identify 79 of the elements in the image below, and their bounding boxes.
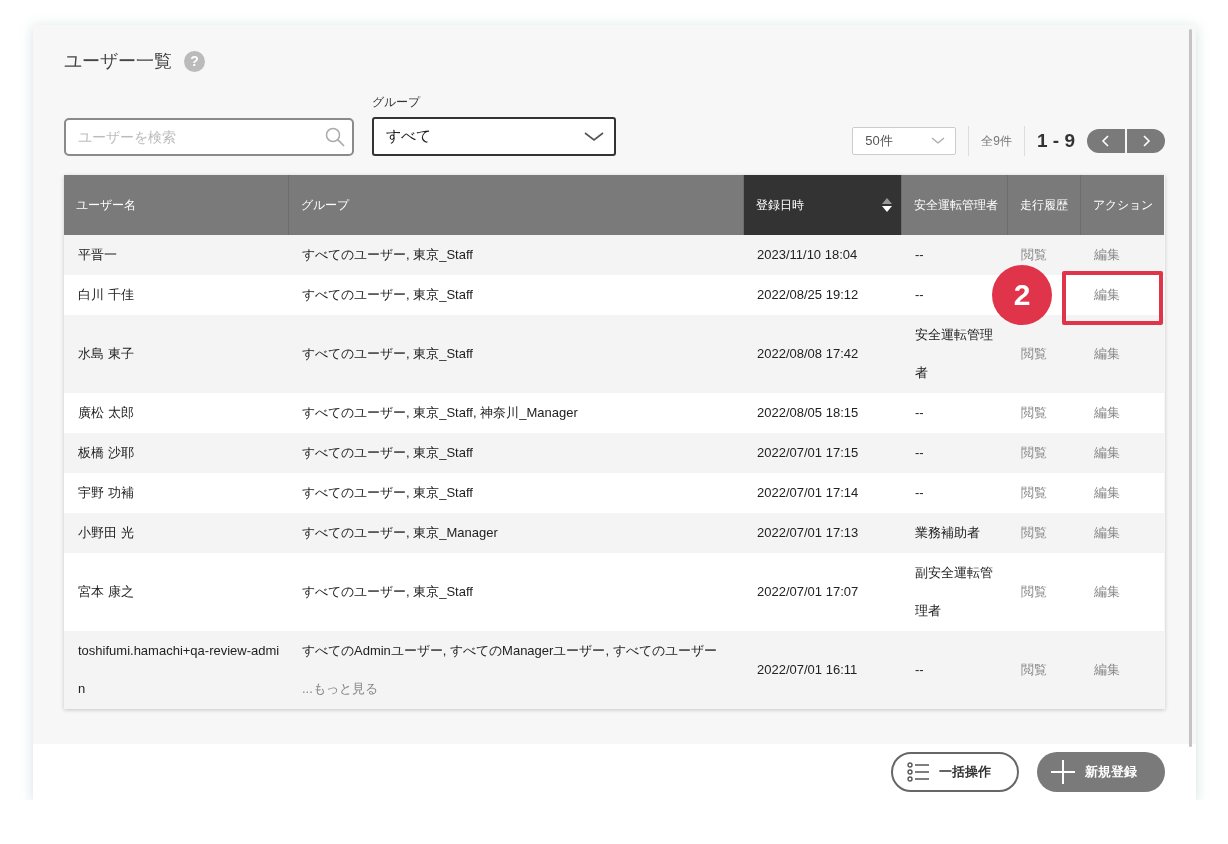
- user-name: 宇野 功補: [64, 473, 288, 513]
- view-link[interactable]: 閲覧: [1021, 522, 1047, 544]
- page-range: 1 - 9: [1036, 130, 1075, 152]
- group-header[interactable]: グループ: [288, 175, 743, 235]
- registered-date: 2022/07/01 16:11: [743, 631, 901, 709]
- edit-link[interactable]: 編集: [1094, 482, 1120, 504]
- sort-icon: [881, 198, 892, 212]
- edit-link[interactable]: 編集: [1094, 343, 1120, 365]
- edit-link[interactable]: 編集: [1094, 659, 1120, 681]
- chevron-down-icon: [584, 131, 604, 142]
- group-list: すべてのユーザー, 東京_Staff: [288, 553, 743, 631]
- group-list: すべてのユーザー, 東京_Staff: [288, 235, 743, 275]
- edit-link[interactable]: 編集: [1094, 244, 1120, 266]
- chevron-right-icon: [1140, 135, 1152, 147]
- next-page-button[interactable]: [1127, 129, 1165, 153]
- create-button[interactable]: 新規登録: [1037, 752, 1165, 792]
- registered-date: 2022/08/05 18:15: [743, 393, 901, 433]
- group-label: グループ: [372, 94, 422, 111]
- total-count: 全9件: [981, 132, 1012, 150]
- registered-date: 2022/07/01 17:15: [743, 433, 901, 473]
- group-dropdown[interactable]: すべて: [372, 117, 616, 156]
- registered-date: 2023/11/10 18:04: [743, 235, 901, 275]
- scrollbar[interactable]: [1189, 29, 1192, 747]
- list-icon: [907, 762, 929, 782]
- registered-date: 2022/08/08 17:42: [743, 315, 901, 393]
- group-list: すべてのユーザー, 東京_Staff: [288, 315, 743, 393]
- registered-date: 2022/08/25 19:12: [743, 275, 901, 315]
- group-list: すべてのユーザー, 東京_Staff, 神奈川_Manager: [288, 393, 743, 433]
- edit-link[interactable]: 編集: [1094, 284, 1120, 306]
- user-name: 宮本 康之: [64, 553, 288, 631]
- safety-header[interactable]: 安全運転管理者: [901, 175, 1007, 235]
- view-link[interactable]: 閲覧: [1021, 581, 1047, 603]
- safety-role: --: [901, 235, 1007, 275]
- user-name: toshifumi.hamachi+qa-review-admin: [64, 631, 288, 709]
- edit-link[interactable]: 編集: [1094, 442, 1120, 464]
- user-name: 白川 千佳: [64, 275, 288, 315]
- date-header[interactable]: 登録日時: [743, 175, 901, 235]
- registered-date: 2022/07/01 17:14: [743, 473, 901, 513]
- registered-date: 2022/07/01 17:13: [743, 513, 901, 553]
- per-page-dropdown[interactable]: 50件: [852, 127, 957, 155]
- user-name: 小野田 光: [64, 513, 288, 553]
- group-list: すべてのユーザー, 東京_Staff: [288, 433, 743, 473]
- group-list: すべてのAdminユーザー, すべてのManagerユーザー, すべてのユーザー ...もっと見る: [288, 631, 743, 709]
- view-link[interactable]: 閲覧: [1021, 343, 1047, 365]
- page-title: ユーザー一覧: [64, 50, 172, 73]
- group-list: すべてのユーザー, 東京_Staff: [288, 473, 743, 513]
- user-name: 廣松 太郎: [64, 393, 288, 433]
- safety-role: --: [901, 393, 1007, 433]
- previous-page-button[interactable]: [1087, 129, 1125, 153]
- name-header[interactable]: ユーザー名: [64, 175, 288, 235]
- bulk-action-button[interactable]: 一括操作: [891, 752, 1019, 792]
- edit-link[interactable]: 編集: [1094, 581, 1120, 603]
- user-name: 平晋一: [64, 235, 288, 275]
- edit-link[interactable]: 編集: [1094, 402, 1120, 424]
- safety-role: 安全運転管理者: [901, 315, 1007, 393]
- registered-date: 2022/07/01 17:07: [743, 553, 901, 631]
- user-name: 板橋 沙耶: [64, 433, 288, 473]
- view-link[interactable]: 閲覧: [1021, 442, 1047, 464]
- view-link[interactable]: 閲覧: [1021, 659, 1047, 681]
- chevron-down-icon: [931, 137, 946, 145]
- search-icon: [325, 127, 345, 147]
- safety-role: 副安全運転管理者: [901, 553, 1007, 631]
- safety-role: --: [901, 631, 1007, 709]
- safety-role: --: [901, 473, 1007, 513]
- action-header[interactable]: アクション: [1080, 175, 1164, 235]
- group-list: すべてのユーザー, 東京_Staff: [288, 275, 743, 315]
- edit-link[interactable]: 編集: [1094, 522, 1120, 544]
- view-link[interactable]: 閲覧: [1021, 402, 1047, 424]
- chevron-left-icon: [1100, 135, 1112, 147]
- view-link[interactable]: 閲覧: [1021, 482, 1047, 504]
- user-name: 水島 東子: [64, 315, 288, 393]
- safety-role: --: [901, 433, 1007, 473]
- search-field[interactable]: ユーザーを検索: [64, 118, 354, 156]
- safety-role: 業務補助者: [901, 513, 1007, 553]
- plus-icon: [1051, 760, 1075, 784]
- history-header[interactable]: 走行履歴: [1007, 175, 1080, 235]
- show-more-link[interactable]: ...もっと見る: [302, 681, 378, 696]
- group-list: すべてのユーザー, 東京_Manager: [288, 513, 743, 553]
- view-link[interactable]: 閲覧: [1021, 244, 1047, 266]
